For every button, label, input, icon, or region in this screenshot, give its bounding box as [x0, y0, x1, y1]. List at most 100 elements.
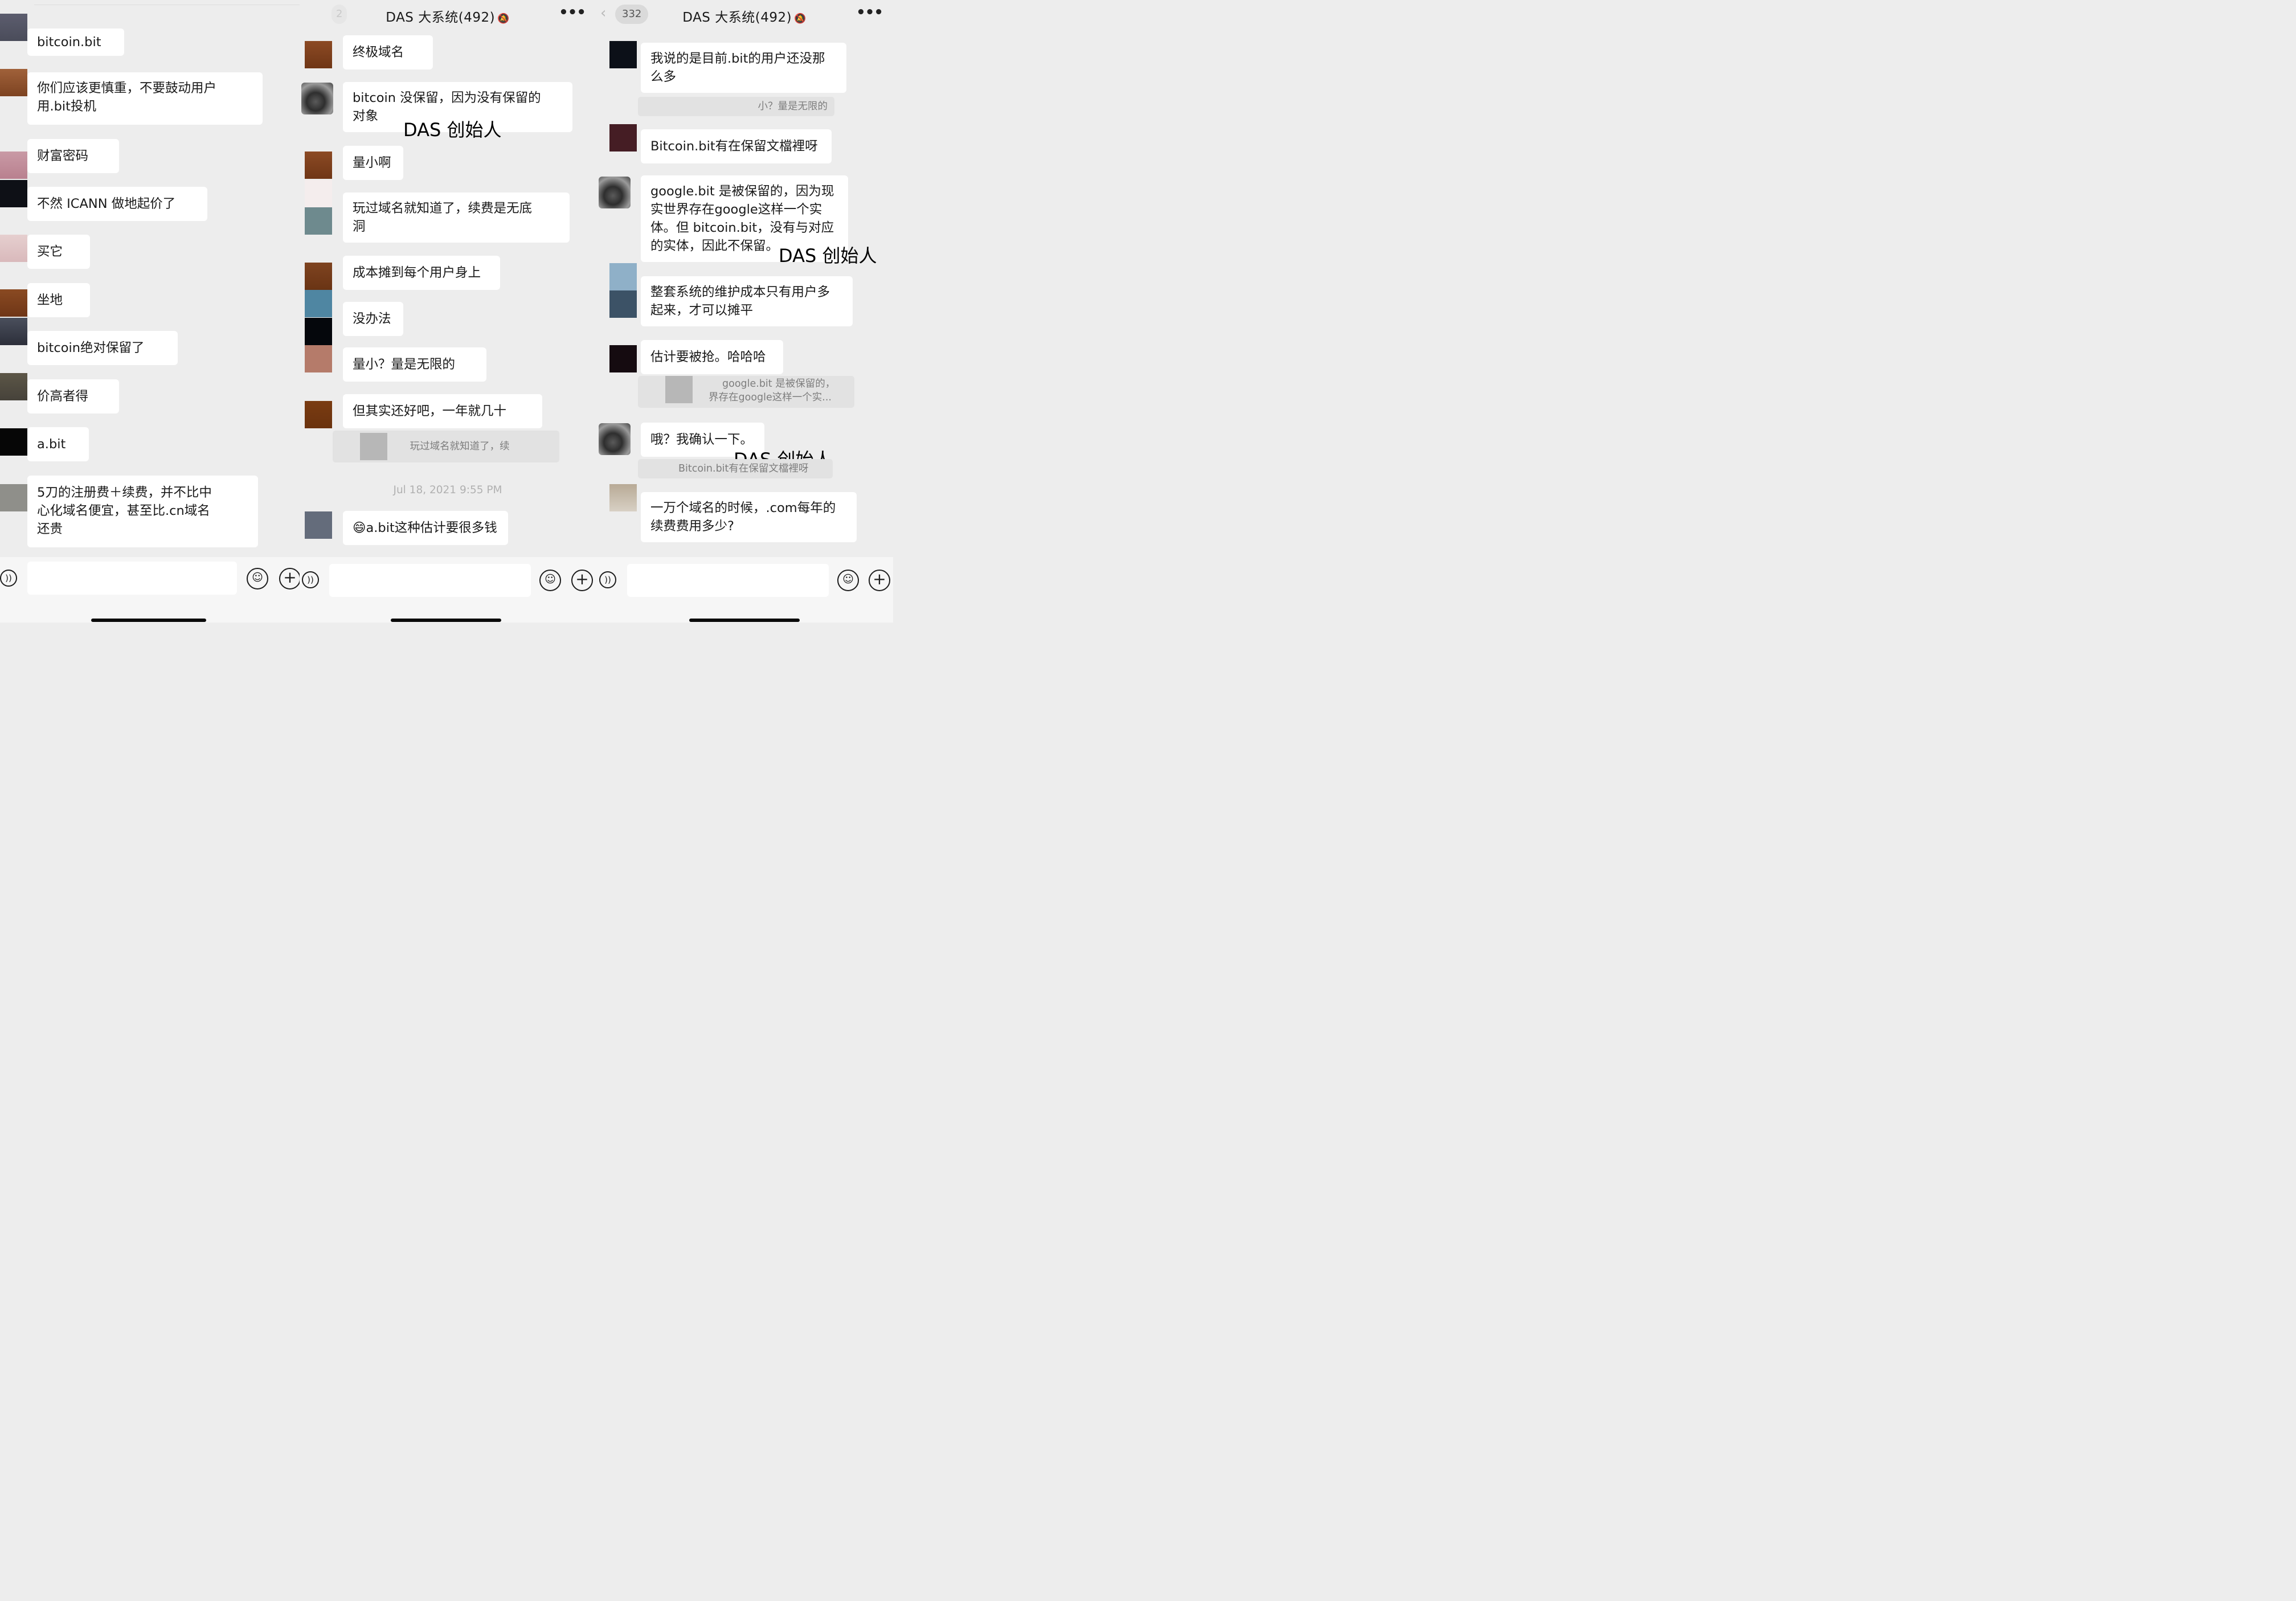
avatar[interactable] — [0, 428, 27, 456]
message-text: 续费费用多少? — [650, 519, 734, 534]
message-text: 价高者得 — [37, 389, 89, 404]
avatar[interactable] — [0, 484, 27, 511]
message-bubble[interactable]: bitcoin.bit — [27, 28, 124, 56]
avatar[interactable] — [609, 484, 637, 511]
message-bubble[interactable]: 整套系统的维护成本只有用户多 起来，才可以摊平 — [641, 276, 853, 326]
plus-icon[interactable]: + — [279, 568, 300, 589]
message-text: 估计要被抢。哈哈哈 — [650, 350, 766, 365]
more-icon[interactable]: ••• — [856, 4, 883, 21]
message-bubble[interactable]: 价高者得 — [27, 379, 119, 413]
emoji-icon[interactable]: ☺ — [539, 570, 561, 591]
avatar[interactable] — [609, 263, 637, 290]
avatar[interactable] — [305, 41, 332, 68]
message-text: 我说的是目前.bit的用户还没那 — [650, 51, 825, 66]
message-text: 财富密码 — [37, 149, 89, 163]
quoted-reply[interactable]: Bitcoin.bit有在保留文檔裡呀 — [638, 459, 833, 478]
message-bubble[interactable]: 量小？量是无限的 — [343, 347, 486, 382]
message-bubble[interactable]: 量小啊 — [343, 146, 403, 180]
message-bubble[interactable]: 我说的是目前.bit的用户还没那 么多 — [641, 43, 846, 93]
plus-icon[interactable]: + — [869, 570, 890, 591]
message-text: 一万个域名的时候，.com每年的 — [650, 501, 836, 515]
message-bubble[interactable]: 成本摊到每个用户身上 — [343, 256, 500, 290]
message-input[interactable] — [627, 564, 829, 597]
chat-title: DAS 大系统(492) 🔕 — [386, 10, 510, 25]
avatar[interactable] — [0, 373, 27, 400]
founder-caption: DAS 创始人 — [779, 245, 877, 267]
avatar[interactable] — [301, 83, 333, 114]
message-bubble[interactable]: bitcoin绝对保留了 — [27, 331, 178, 365]
home-indicator — [391, 619, 501, 622]
avatar[interactable] — [609, 345, 637, 372]
timestamp: Jul 18, 2021 9:55 PM — [393, 484, 502, 496]
avatar[interactable] — [305, 290, 332, 317]
quoted-reply[interactable]: google.bit 是被保留的， 界存在google这样一个实... — [638, 376, 854, 408]
message-text: Bitcoin.bit有在保留文檔裡呀 — [650, 139, 818, 154]
avatar[interactable] — [305, 401, 332, 428]
quoted-reply[interactable]: 小？量是无限的 — [638, 97, 834, 116]
avatar[interactable] — [0, 235, 27, 262]
message-bubble[interactable]: 买它 — [27, 235, 90, 269]
message-bubble[interactable]: 估计要被抢。哈哈哈 — [641, 340, 783, 374]
message-text: 实世界存在google这样一个实 — [650, 202, 822, 217]
emoji-icon[interactable]: ☺ — [247, 568, 268, 589]
message-bubble[interactable]: 😄a.bit这种估计要很多钱 — [343, 511, 508, 545]
quote-text: google.bit 是被保留的， — [722, 378, 836, 390]
message-bubble[interactable]: 但其实还好吧，一年就几十 — [343, 394, 542, 428]
avatar[interactable] — [599, 423, 631, 455]
avatar[interactable] — [305, 180, 332, 207]
message-bubble[interactable]: 坐地 — [27, 283, 90, 317]
message-bubble[interactable]: 一万个域名的时候，.com每年的 续费费用多少? — [641, 492, 857, 542]
message-text: google.bit 是被保留的，因为现 — [650, 184, 834, 199]
avatar[interactable] — [305, 151, 332, 179]
avatar[interactable] — [305, 263, 332, 290]
message-text: 用.bit投机 — [37, 99, 97, 114]
avatar[interactable] — [305, 318, 332, 345]
avatar[interactable] — [305, 511, 332, 539]
avatar[interactable] — [0, 180, 27, 207]
chat-panel-left: bitcoin.bit 你们应该更慎重，不要鼓动用户 用.bit投机 财富密码 … — [0, 0, 300, 623]
quote-text: 小？量是无限的 — [758, 101, 828, 112]
message-input[interactable] — [329, 564, 531, 597]
avatar[interactable] — [0, 318, 27, 345]
message-bubble[interactable]: 终极域名 — [343, 35, 433, 69]
chat-panel-middle: 2 DAS 大系统(492) 🔕 ••• 终极域名 bitcoin 没保留，因为没… — [300, 0, 596, 623]
voice-icon[interactable]: )) — [0, 570, 17, 587]
message-bubble[interactable]: 玩过域名就知道了，续费是无底 洞 — [343, 193, 570, 243]
emoji-icon[interactable]: ☺ — [837, 570, 859, 591]
avatar[interactable] — [599, 177, 631, 208]
message-bubble[interactable]: 5刀的注册费＋续费，并不比中 心化域名便宜，甚至比.cn域名 还贵 — [27, 476, 258, 547]
message-text: 起来，才可以摊平 — [650, 303, 754, 318]
avatar[interactable] — [609, 290, 637, 318]
avatar[interactable] — [0, 14, 27, 41]
chat-title: DAS 大系统(492) 🔕 — [682, 10, 807, 25]
more-icon[interactable]: ••• — [559, 4, 586, 21]
avatar[interactable] — [305, 207, 332, 235]
message-bubble[interactable]: 你们应该更慎重，不要鼓动用户 用.bit投机 — [27, 72, 263, 125]
avatar[interactable] — [0, 69, 27, 96]
message-text: 心化域名便宜，甚至比.cn域名 — [37, 503, 210, 518]
message-text: 但其实还好吧，一年就几十 — [353, 404, 507, 419]
message-text: bitcoin 没保留，因为没有保留的 — [353, 91, 541, 105]
message-input[interactable] — [27, 562, 237, 595]
avatar[interactable] — [0, 289, 27, 317]
message-bubble[interactable]: 没办法 — [343, 302, 403, 336]
plus-icon[interactable]: + — [571, 570, 593, 591]
avatar[interactable] — [305, 345, 332, 372]
chat-header: 2 DAS 大系统(492) 🔕 ••• — [300, 0, 596, 30]
message-bubble[interactable]: Bitcoin.bit有在保留文檔裡呀 — [641, 129, 832, 163]
message-bubble[interactable]: a.bit — [27, 427, 89, 461]
message-bubble[interactable]: 财富密码 — [27, 139, 119, 173]
voice-icon[interactable]: )) — [599, 571, 616, 588]
avatar[interactable] — [609, 124, 637, 151]
message-text: a.bit — [37, 437, 66, 452]
chat-panel-right: ‹ 332 DAS 大系统(492) 🔕 ••• 我说的是目前.bit的用户还没那… — [596, 0, 893, 623]
avatar[interactable] — [0, 151, 27, 179]
message-bubble[interactable]: 不然 ICANN 做地起价了 — [27, 187, 207, 221]
voice-icon[interactable]: )) — [302, 571, 319, 588]
avatar[interactable] — [609, 41, 637, 68]
mute-icon: 🔕 — [794, 13, 807, 24]
quote-thumbnail — [360, 433, 387, 460]
message-text: 洞 — [353, 219, 366, 234]
quoted-reply[interactable]: 玩过域名就知道了，续 — [333, 431, 559, 462]
message-text: 成本摊到每个用户身上 — [353, 265, 481, 280]
